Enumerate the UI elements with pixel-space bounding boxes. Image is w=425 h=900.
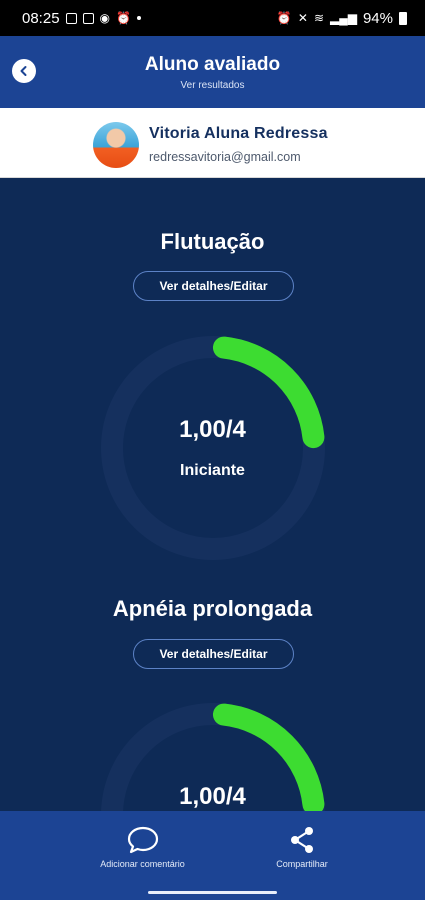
status-bar: 08:25 ◉ ⏰ ⏰ ✕ ≋ ▂▄▆ 94%: [0, 0, 425, 36]
more-notifications-icon: [136, 16, 141, 20]
share-label: Compartilhar: [276, 859, 328, 869]
signal-icon: ▂▄▆: [330, 11, 357, 25]
battery-percent: 94%: [362, 9, 393, 27]
mute-icon: ✕: [297, 11, 308, 25]
student-email: redressavitoria@gmail.com: [149, 150, 301, 164]
score-gauge: [101, 336, 325, 560]
page-subtitle: Ver resultados: [180, 79, 245, 91]
evaluation-title: Flutuação: [160, 229, 265, 254]
home-indicator: [148, 891, 277, 894]
score-level: Iniciante: [180, 462, 245, 479]
add-comment-label: Adicionar comentário: [100, 859, 185, 869]
gallery-notification-icon: [65, 12, 77, 24]
student-card: Vitoria Aluna Redressa redressavitoria@g…: [0, 108, 425, 178]
details-edit-button[interactable]: Ver detalhes/Editar: [133, 271, 294, 301]
evaluation-title: Apnéia prolongada: [112, 596, 313, 621]
app-header: Aluno avaliado Ver resultados: [0, 36, 425, 108]
page-title: Aluno avaliado: [144, 53, 281, 75]
score-value: 1,00/4: [179, 416, 246, 443]
bottom-action-bar: Adicionar comentário Compartilhar: [0, 811, 425, 885]
avatar: [93, 122, 139, 168]
alarm-icon: ⏰: [116, 11, 131, 25]
system-nav-bar: [0, 885, 425, 900]
student-name: Vitoria Aluna Redressa: [149, 125, 328, 142]
wifi-icon: ≋: [313, 11, 324, 25]
battery-icon: [399, 11, 407, 25]
speech-bubble-icon: [127, 826, 158, 854]
share-button[interactable]: Compartilhar: [262, 825, 342, 869]
details-edit-button[interactable]: Ver detalhes/Editar: [133, 639, 294, 669]
score-value: 1,00/4: [179, 783, 246, 810]
chevron-left-icon: [20, 66, 27, 76]
status-time: 08:25: [22, 9, 60, 27]
back-button[interactable]: [12, 59, 36, 83]
add-comment-button[interactable]: Adicionar comentário: [95, 825, 190, 869]
alarm-status-icon: ⏰: [276, 11, 292, 25]
message-notification-icon: [82, 12, 94, 24]
whatsapp-icon: ◉: [99, 11, 111, 25]
share-icon: [291, 827, 313, 853]
